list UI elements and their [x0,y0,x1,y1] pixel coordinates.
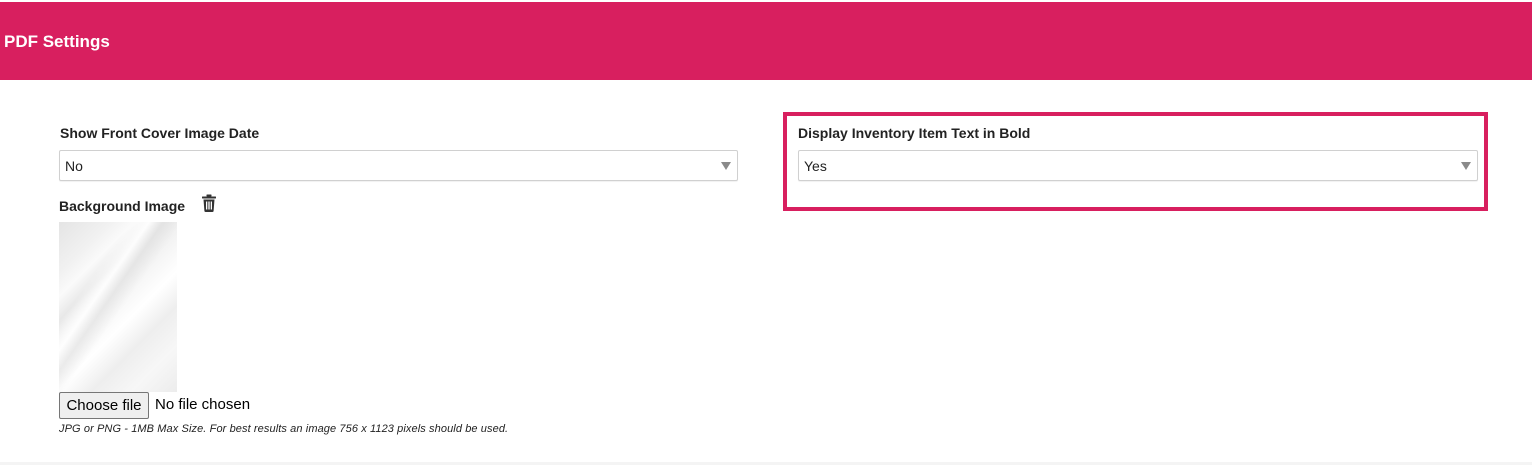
background-image-preview [59,222,177,392]
background-image-label: Background Image [59,198,186,214]
choose-file-button[interactable]: Choose file [59,392,149,419]
chevron-down-icon [1461,162,1471,170]
front-cover-date-label: Show Front Cover Image Date [60,125,260,141]
chevron-down-icon [721,162,731,170]
panel-header: PDF Settings [0,2,1532,80]
pdf-settings-panel: PDF Settings Show Front Cover Image Date… [0,0,1532,462]
trash-icon[interactable] [202,194,216,212]
inventory-bold-label: Display Inventory Item Text in Bold [798,125,1031,141]
file-status-text: No file chosen [155,396,251,413]
inventory-bold-select[interactable]: Yes [798,150,1478,181]
inventory-bold-value: Yes [804,158,827,174]
background-image-hint: JPG or PNG - 1MB Max Size. For best resu… [59,423,509,435]
front-cover-date-value: No [65,158,83,174]
front-cover-date-select[interactable]: No [59,150,738,181]
panel-title: PDF Settings [4,32,110,51]
